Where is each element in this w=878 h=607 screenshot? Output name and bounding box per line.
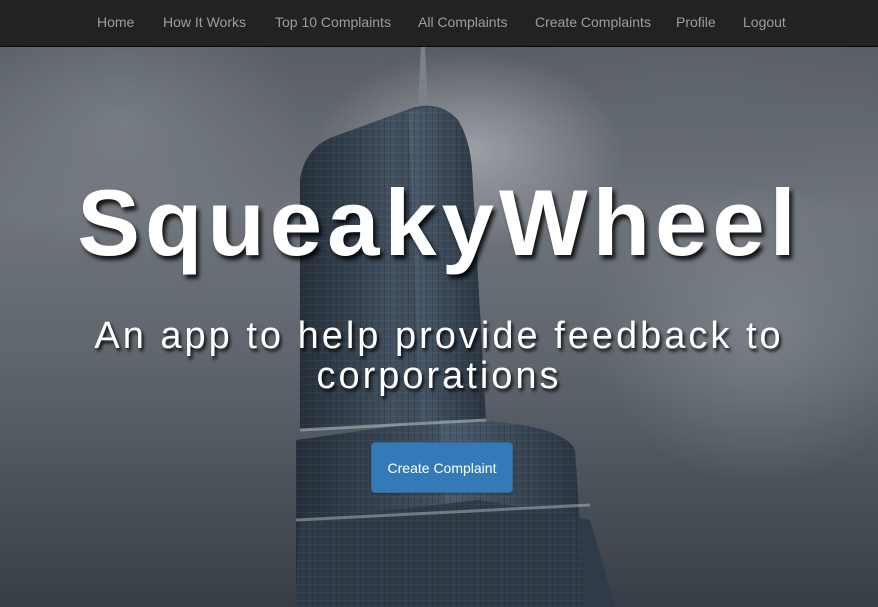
create-complaint-button[interactable]: Create Complaint — [371, 442, 513, 493]
hero-section: SqueakyWheel An app to help provide feed… — [0, 0, 878, 607]
skyscraper-background-image — [0, 0, 878, 607]
hero-tagline: An app to help provide feedback to corpo… — [94, 315, 784, 397]
nav-create-complaints[interactable]: Create Complaints — [535, 13, 651, 31]
nav-how-it-works[interactable]: How It Works — [163, 13, 246, 31]
nav-home[interactable]: Home — [97, 13, 134, 31]
nav-top-10-complaints[interactable]: Top 10 Complaints — [275, 13, 391, 31]
nav-logout[interactable]: Logout — [743, 13, 786, 31]
nav-links: Home How It Works Top 10 Complaints All … — [0, 0, 878, 46]
hero-title: SqueakyWheel — [77, 170, 801, 275]
nav-all-complaints[interactable]: All Complaints — [418, 13, 507, 31]
top-navbar: Home How It Works Top 10 Complaints All … — [0, 0, 878, 47]
nav-profile[interactable]: Profile — [676, 13, 716, 31]
